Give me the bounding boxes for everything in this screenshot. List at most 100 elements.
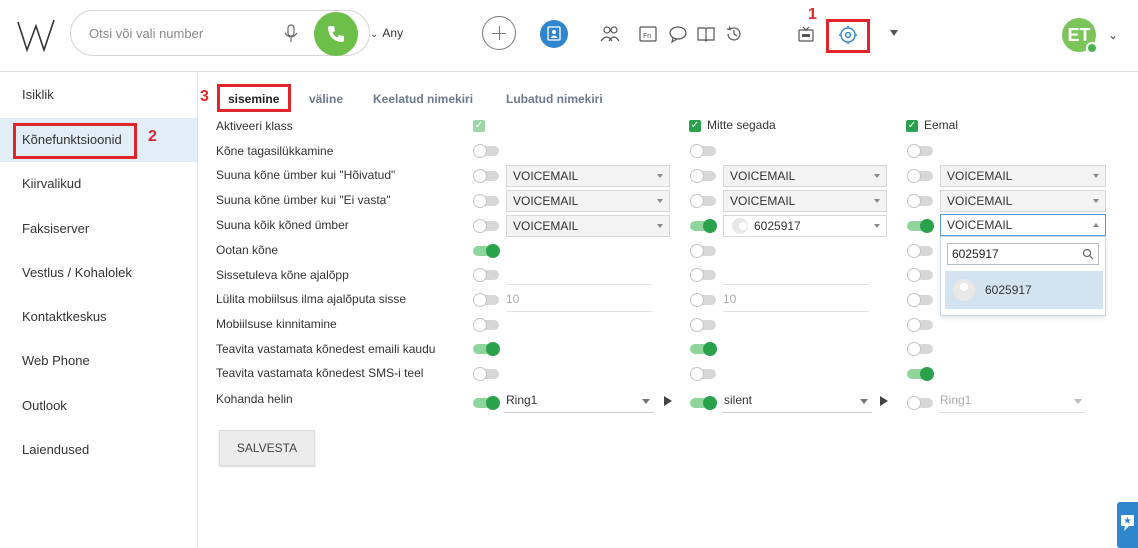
checkbox-aktiveeri-klass[interactable]: ✓	[473, 120, 485, 132]
play-icon[interactable]	[880, 396, 888, 406]
toggle-email-c1[interactable]	[473, 342, 501, 356]
toggle-helin-c1[interactable]	[473, 396, 501, 410]
sidebar-item-isiklik[interactable]: Isiklik	[0, 73, 197, 117]
toggle-ei-vasta-c2[interactable]	[690, 194, 718, 208]
dropdown-search-input[interactable]: 6025917	[947, 243, 1099, 265]
book-icon[interactable]	[696, 24, 716, 44]
toggle-koik-c3[interactable]	[907, 219, 935, 233]
line-selector[interactable]: ⌄ Any	[370, 26, 403, 40]
dropdown-option-label: 6025917	[985, 283, 1032, 297]
toggle-koik-c2[interactable]	[690, 219, 718, 233]
add-button[interactable]	[482, 16, 516, 50]
select-value: VOICEMAIL	[730, 169, 796, 183]
settings-icon[interactable]	[838, 25, 858, 45]
search-input[interactable]	[89, 23, 269, 43]
toggle-ootan-c3[interactable]	[907, 244, 935, 258]
select-ei-vasta-c3[interactable]: VOICEMAIL	[940, 190, 1106, 212]
contact-card-icon[interactable]	[540, 20, 568, 48]
toggle-ajalopp-c2[interactable]	[690, 268, 718, 282]
sidebar-item-faksiserver[interactable]: Faksiserver	[0, 207, 197, 251]
dropdown-option[interactable]: 6025917	[945, 271, 1103, 309]
checkbox-eemal[interactable]: ✓	[906, 120, 918, 132]
toggle-koik-c1[interactable]	[473, 219, 501, 233]
tab-lubatud-nimekiri[interactable]: Lubatud nimekiri	[506, 92, 603, 106]
feedback-icon	[1121, 515, 1134, 531]
save-button[interactable]: SALVESTA	[219, 430, 315, 466]
select-koik-number-c2[interactable]: 6025917	[723, 215, 887, 237]
more-menu-caret-icon[interactable]	[890, 30, 898, 36]
sidebar-item-web-phone[interactable]: Web Phone	[0, 339, 197, 383]
toggle-mobiilsus-c1[interactable]	[473, 293, 501, 307]
tab-sisemine[interactable]: sisemine	[228, 92, 279, 106]
sidebar-item-kiirvalikud[interactable]: Kiirvalikud	[0, 162, 197, 206]
contact-avatar-icon	[953, 279, 975, 301]
toggle-sms-c1[interactable]	[473, 367, 501, 381]
history-icon[interactable]	[724, 24, 744, 44]
call-button[interactable]	[314, 12, 358, 56]
select-ei-vasta-c2[interactable]: VOICEMAIL	[723, 190, 887, 212]
select-koik-c1[interactable]: VOICEMAIL	[506, 215, 670, 237]
toggle-hoivatud-c3[interactable]	[907, 169, 935, 183]
sidebar-highlight	[13, 123, 137, 159]
toggle-ootan-c2[interactable]	[690, 244, 718, 258]
select-value: VOICEMAIL	[513, 194, 579, 208]
sidebar-item-kontaktkeskus[interactable]: Kontaktkeskus	[0, 295, 197, 339]
svg-text:Fn: Fn	[643, 32, 651, 40]
toggle-ajalopp-c3[interactable]	[907, 268, 935, 282]
tab-valine[interactable]: väline	[309, 92, 343, 106]
select-koik-c3[interactable]: VOICEMAIL	[940, 214, 1106, 236]
select-hoivatud-c3[interactable]: VOICEMAIL	[940, 165, 1106, 187]
function-keys-icon[interactable]: Fn	[638, 24, 658, 44]
toggle-kinnitamine-c1[interactable]	[473, 318, 501, 332]
checkbox-mitte-segada[interactable]: ✓	[689, 120, 701, 132]
ringtone-select-c2[interactable]: silent	[722, 393, 872, 413]
top-bar: ⌄Any Fn 1 ET ⌄	[0, 0, 1138, 72]
toggle-hoivatud-c2[interactable]	[690, 169, 718, 183]
ringtone-value: Ring1	[506, 393, 538, 407]
toggle-hoivatud-c1[interactable]	[473, 169, 501, 183]
microphone-icon[interactable]	[283, 24, 299, 44]
select-hoivatud-c1[interactable]: VOICEMAIL	[506, 165, 670, 187]
toggle-helin-c3[interactable]	[907, 396, 935, 410]
toggle-tagasilukkamine-c2[interactable]	[690, 144, 718, 158]
toggle-helin-c2[interactable]	[690, 396, 718, 410]
toggle-tagasilukkamine-c1[interactable]	[473, 144, 501, 158]
toggle-mobiilsus-c3[interactable]	[907, 293, 935, 307]
ringtone-select-c3[interactable]: Ring1	[938, 393, 1086, 413]
toggle-mobiilsus-c2[interactable]	[690, 293, 718, 307]
toggle-sms-c2[interactable]	[690, 367, 718, 381]
mobiilsus-field-c1[interactable]: 10	[506, 292, 652, 312]
play-icon[interactable]	[664, 396, 672, 406]
ringtone-select-c1[interactable]: Ring1	[504, 393, 654, 413]
sidebar-item-outlook[interactable]: Outlook	[0, 384, 197, 428]
ajalopp-field-c1[interactable]	[506, 284, 652, 285]
ringtone-value: silent	[724, 393, 753, 407]
voicemail-icon[interactable]	[796, 24, 816, 44]
row-label-sissetuleva-ajalopp: Sissetuleva kõne ajalõpp	[216, 268, 349, 282]
toggle-kinnitamine-c2[interactable]	[690, 318, 718, 332]
tab-keelatud-nimekiri[interactable]: Keelatud nimekiri	[373, 92, 473, 106]
toggle-tagasilukkamine-c3[interactable]	[907, 144, 935, 158]
mobiilsus-field-c2[interactable]: 10	[723, 292, 869, 312]
chat-icon[interactable]	[668, 24, 688, 44]
feedback-tab[interactable]	[1117, 502, 1138, 548]
toggle-email-c3[interactable]	[907, 342, 935, 356]
sidebar-item-laiendused[interactable]: Laiendused	[0, 428, 197, 472]
dropdown-search-value: 6025917	[952, 247, 999, 261]
column-mitte-segada: Mitte segada	[707, 118, 776, 132]
toggle-sms-c3[interactable]	[907, 367, 935, 381]
toggle-kinnitamine-c3[interactable]	[907, 318, 935, 332]
toggle-ajalopp-c1[interactable]	[473, 268, 501, 282]
users-icon[interactable]	[600, 24, 620, 44]
toggle-ei-vasta-c1[interactable]	[473, 194, 501, 208]
app-logo[interactable]	[16, 16, 58, 56]
row-label-lulita-mobiilsus: Lülita mobiilsus ilma ajalõputa sisse	[216, 292, 407, 306]
ajalopp-field-c2[interactable]	[723, 284, 869, 285]
sidebar-item-vestlus[interactable]: Vestlus / Kohalolek	[0, 251, 197, 295]
toggle-email-c2[interactable]	[690, 342, 718, 356]
toggle-ootan-c1[interactable]	[473, 244, 501, 258]
select-ei-vasta-c1[interactable]: VOICEMAIL	[506, 190, 670, 212]
chevron-down-icon[interactable]: ⌄	[1108, 28, 1118, 42]
select-hoivatud-c2[interactable]: VOICEMAIL	[723, 165, 887, 187]
toggle-ei-vasta-c3[interactable]	[907, 194, 935, 208]
